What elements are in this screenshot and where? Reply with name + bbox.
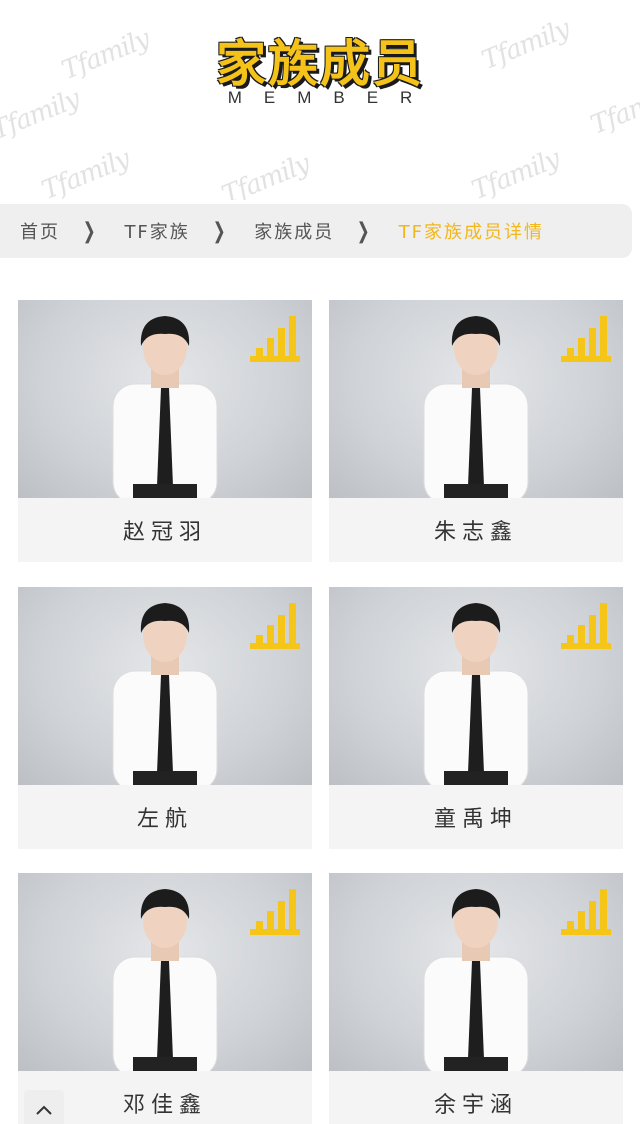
back-to-top-button[interactable]: [24, 1090, 64, 1124]
breadcrumb-current: TF家族成员详情: [398, 222, 545, 243]
chevron-right-icon: ❯: [357, 218, 370, 244]
member-photo[interactable]: [329, 587, 623, 785]
signature-watermark: Tfamily: [37, 143, 134, 200]
member-name[interactable]: 童禹坤: [329, 785, 623, 849]
member-photo[interactable]: [18, 300, 312, 498]
signal-bars-icon: [250, 599, 300, 649]
member-portrait: [423, 603, 529, 785]
member-card[interactable]: 左航: [18, 587, 312, 849]
chevron-right-icon: ❯: [82, 218, 96, 244]
member-portrait: [112, 316, 218, 498]
member-photo[interactable]: [18, 587, 312, 785]
member-card[interactable]: 童禹坤: [329, 587, 623, 849]
member-portrait: [423, 889, 529, 1071]
member-name[interactable]: 余宇涵: [329, 1071, 623, 1124]
page-title: 家族成员: [216, 35, 424, 93]
bar-base: [561, 929, 611, 935]
breadcrumb: 首页 ❯ TF家族 ❯ 家族成员 ❯ TF家族成员详情: [0, 204, 632, 258]
member-portrait: [112, 603, 218, 785]
bar-base: [250, 643, 300, 649]
bar-base: [561, 356, 611, 362]
signal-bars-icon: [250, 885, 300, 935]
bar-base: [250, 356, 300, 362]
member-name[interactable]: 左航: [18, 785, 312, 849]
bar-base: [561, 643, 611, 649]
chevron-right-icon: ❯: [212, 218, 226, 244]
member-photo[interactable]: [18, 873, 312, 1071]
signal-bars-icon: [561, 599, 611, 649]
member-name[interactable]: 赵冠羽: [18, 498, 312, 562]
member-card[interactable]: 赵冠羽: [18, 300, 312, 562]
member-card[interactable]: 朱志鑫: [329, 300, 623, 562]
signal-bars-icon: [250, 312, 300, 362]
member-name[interactable]: 朱志鑫: [329, 498, 623, 562]
breadcrumb-tf-family[interactable]: TF家族: [124, 218, 189, 244]
member-portrait: [423, 316, 529, 498]
bar-base: [250, 929, 300, 935]
member-photo[interactable]: [329, 873, 623, 1071]
page-header: Tfamily Tfamily Tfamily Tfamily Tfamily …: [0, 0, 640, 200]
breadcrumb-home[interactable]: 首页: [20, 218, 60, 244]
chevron-up-icon: [36, 1105, 52, 1115]
page-subtitle: MEMBER: [227, 88, 435, 107]
member-card[interactable]: 余宇涵: [329, 873, 623, 1124]
member-portrait: [112, 889, 218, 1071]
member-card[interactable]: 邓佳鑫: [18, 873, 312, 1124]
signature-watermark: Tfamily: [467, 143, 564, 200]
member-photo[interactable]: [329, 300, 623, 498]
signal-bars-icon: [561, 312, 611, 362]
breadcrumb-members[interactable]: 家族成员: [254, 218, 334, 244]
signature-watermark: Tfamily: [217, 148, 314, 200]
signal-bars-icon: [561, 885, 611, 935]
